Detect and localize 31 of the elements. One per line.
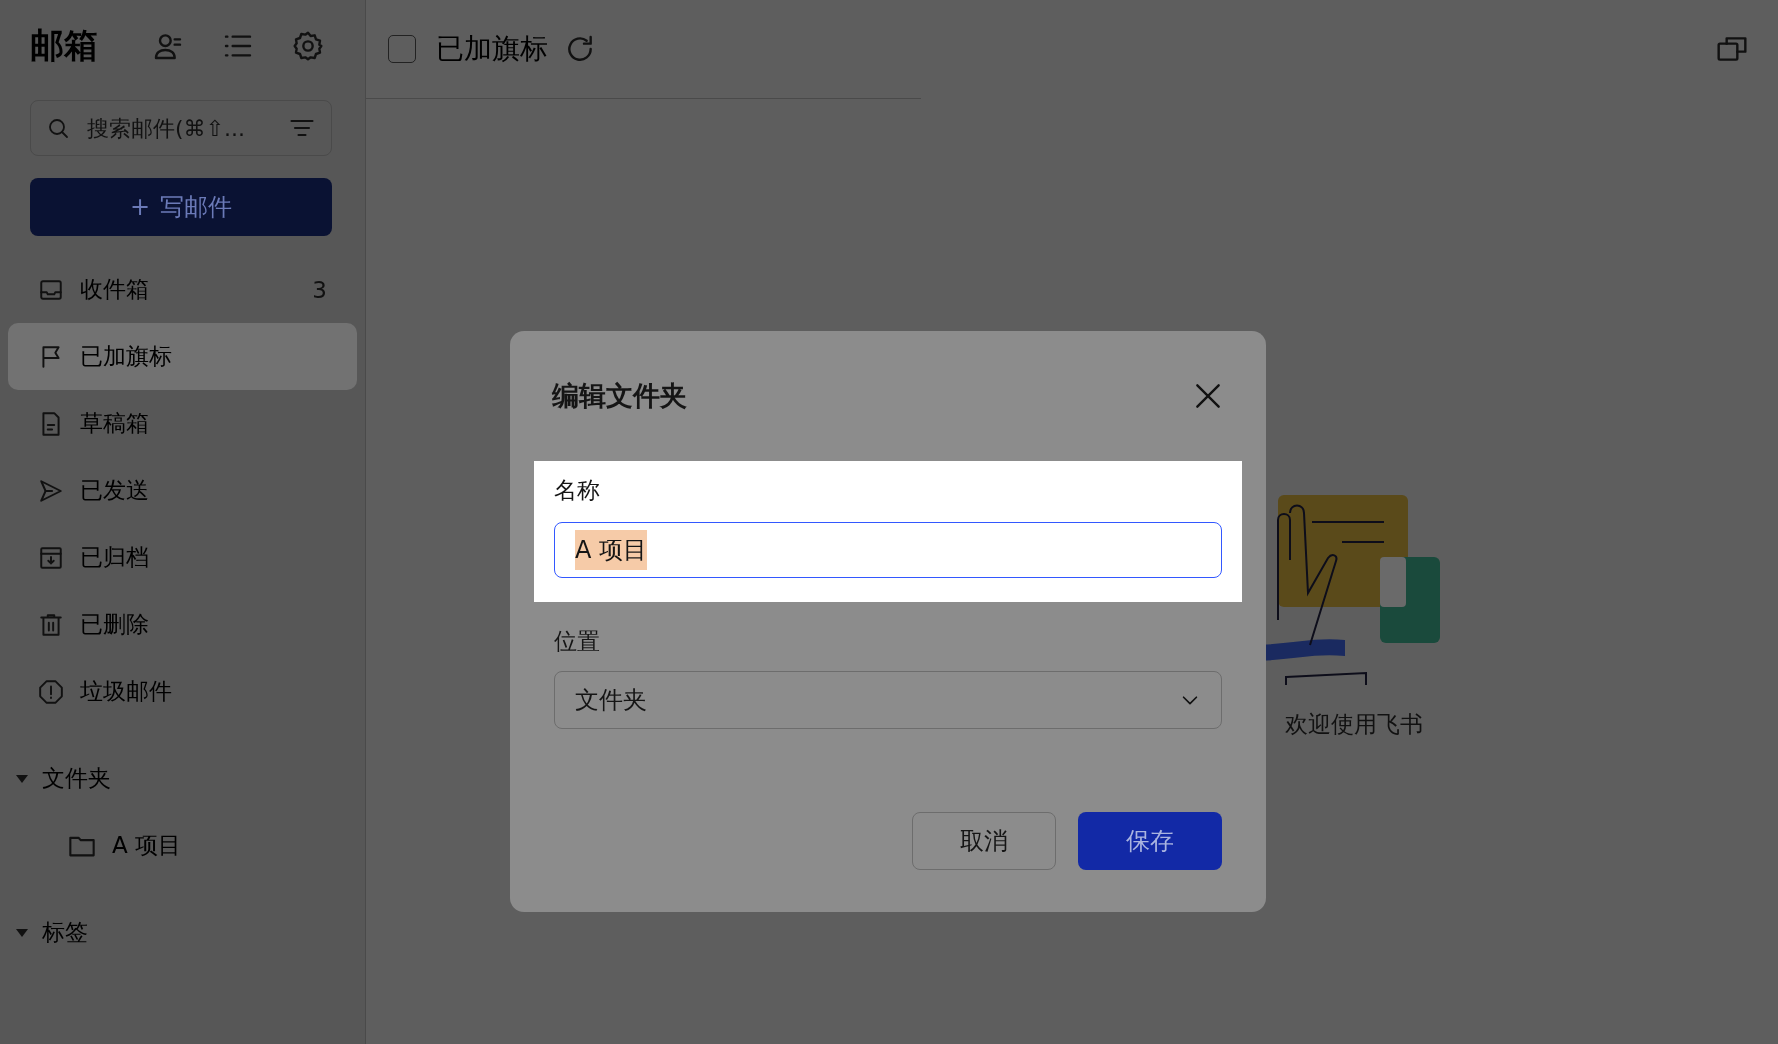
- sidebar-item[interactable]: 垃圾邮件: [8, 658, 357, 725]
- send-icon: [38, 477, 64, 504]
- save-button[interactable]: 保存: [1078, 812, 1222, 870]
- name-input-field[interactable]: A 项目: [554, 522, 1222, 578]
- folders-section-toggle[interactable]: 文件夹: [8, 745, 357, 812]
- tags-section-toggle[interactable]: 标签: [8, 899, 357, 966]
- sidebar-item[interactable]: 已归档: [8, 524, 357, 591]
- sidebar-item[interactable]: 已加旗标: [8, 323, 357, 390]
- field-label: 名称: [554, 476, 601, 505]
- compose-button[interactable]: + 写邮件: [30, 178, 332, 236]
- mailbox-title: 已加旗标: [436, 31, 548, 67]
- settings-icon: [292, 30, 324, 62]
- field-label: 位置: [554, 627, 601, 656]
- cancel-button[interactable]: 取消: [912, 812, 1056, 870]
- archive-box-icon: [38, 544, 64, 571]
- dialog-title: 编辑文件夹: [552, 379, 687, 413]
- sidebar-item[interactable]: 草稿箱: [8, 390, 357, 457]
- trash-icon: [38, 611, 64, 638]
- sidebar-item[interactable]: 已删除: [8, 591, 357, 658]
- search-field[interactable]: 搜索邮件(⌘⇧...: [30, 100, 332, 156]
- unread-count: 3: [312, 276, 327, 303]
- select-all-checkbox[interactable]: [388, 35, 416, 63]
- folder-item[interactable]: A 项目: [8, 812, 357, 879]
- warning-octagon-icon: [38, 678, 64, 705]
- sidebar-item[interactable]: 已发送: [8, 457, 357, 524]
- search-icon: [46, 116, 70, 140]
- location-dropdown[interactable]: 文件夹: [554, 671, 1222, 729]
- sidebar-item[interactable]: 收件箱 3: [8, 256, 357, 323]
- welcome-text: 欢迎使用飞书: [1284, 710, 1423, 739]
- app-title: 邮箱: [30, 24, 98, 67]
- selected-text: A 项目: [575, 530, 648, 570]
